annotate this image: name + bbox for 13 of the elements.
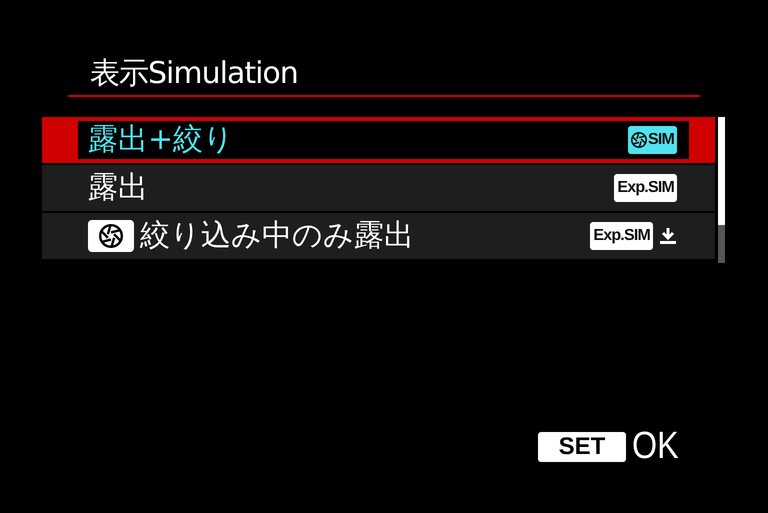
screen-title: 表示Simulation	[90, 56, 298, 92]
menu-item[interactable]: 露出 Exp.SIM	[42, 165, 715, 211]
simulation-badge: Exp.SIM	[614, 174, 677, 202]
item-label: 絞り込み中のみ露出	[140, 218, 415, 254]
item-label: 露出	[88, 170, 149, 206]
ok-label: OK	[632, 424, 679, 468]
aperture-icon	[630, 132, 647, 148]
simulation-badge: SIM	[628, 126, 677, 154]
menu-item[interactable]: 露出+絞り SIM	[42, 117, 715, 163]
simulation-badge: Exp.SIM	[590, 222, 653, 250]
set-key: SET	[538, 432, 626, 462]
menu-item[interactable]: 絞り込み中のみ露出 Exp.SIM	[42, 213, 715, 259]
item-label: 露出+絞り	[88, 122, 236, 158]
